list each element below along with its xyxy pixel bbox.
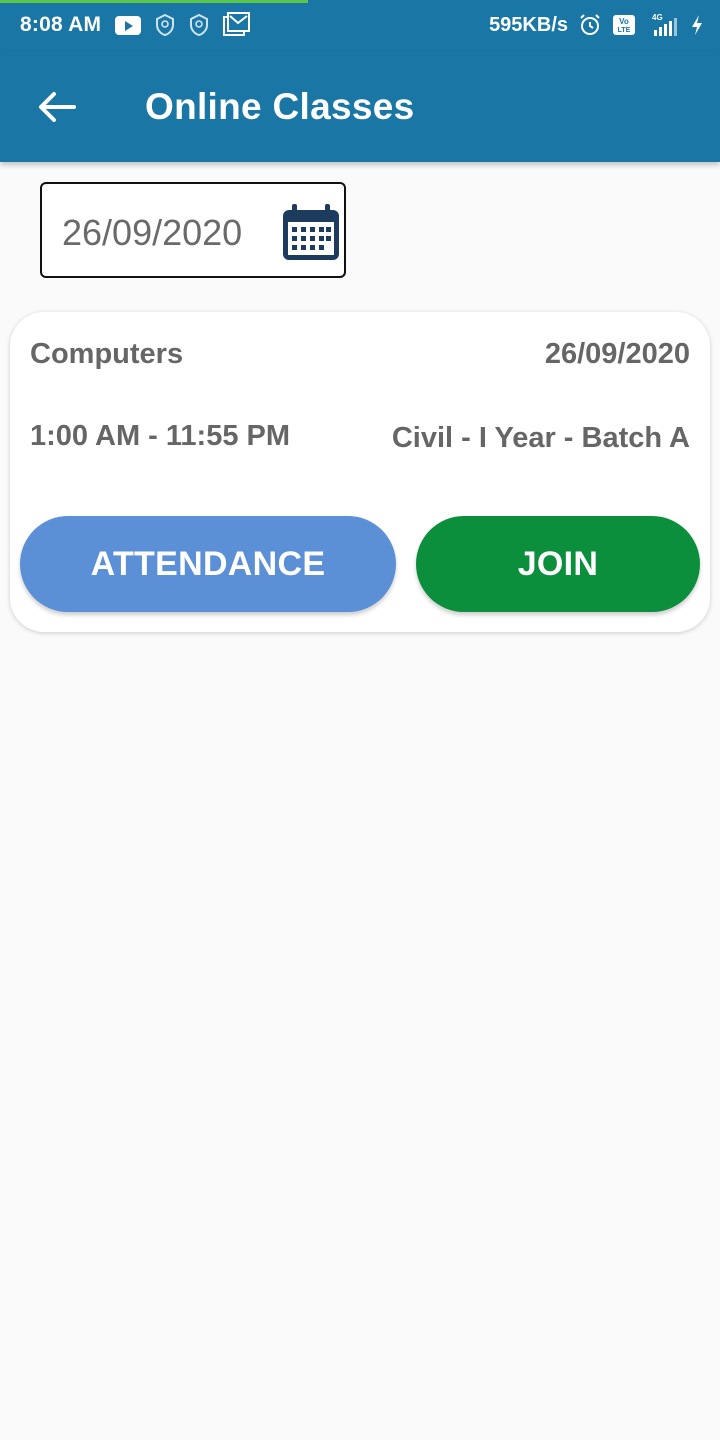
youtube-icon xyxy=(115,15,142,35)
volte-icon: VoLTE xyxy=(613,15,635,35)
page-load-progress xyxy=(0,0,308,3)
svg-text:4G: 4G xyxy=(652,13,663,22)
date-value: 26/09/2020 xyxy=(62,212,243,253)
attendance-button[interactable]: ATTENDANCE xyxy=(20,516,396,612)
app-bar: Online Classes xyxy=(0,52,720,162)
alarm-icon xyxy=(580,14,600,35)
charging-icon xyxy=(692,15,702,35)
svg-text:Vo: Vo xyxy=(619,17,629,26)
class-subject: Computers xyxy=(30,338,184,370)
shield-icon xyxy=(156,13,175,37)
shield-icon xyxy=(190,13,209,37)
class-batch: Civil - I Year - Batch A xyxy=(391,422,690,454)
gmail-icon xyxy=(223,12,251,36)
join-button[interactable]: JOIN xyxy=(416,516,700,612)
signal-4g-icon: 4G xyxy=(652,13,677,36)
arrow-back-icon[interactable] xyxy=(36,90,76,124)
status-bar: 8:08 AM 595KB/s Vo LTE 4G xyxy=(0,0,720,52)
calendar-icon[interactable] xyxy=(280,202,342,264)
class-time: 1:00 AM - 11:55 PM xyxy=(30,420,291,452)
svg-text:LTE: LTE xyxy=(618,27,631,34)
network-speed: 595KB/s xyxy=(489,13,568,36)
date-picker-field[interactable]: 26/09/2020 xyxy=(40,182,346,278)
class-date: 26/09/2020 xyxy=(544,338,690,370)
status-time: 8:08 AM xyxy=(20,13,102,36)
page-title: Online Classes xyxy=(145,86,415,127)
class-card: Computers 26/09/2020 1:00 AM - 11:55 PM … xyxy=(10,312,710,632)
